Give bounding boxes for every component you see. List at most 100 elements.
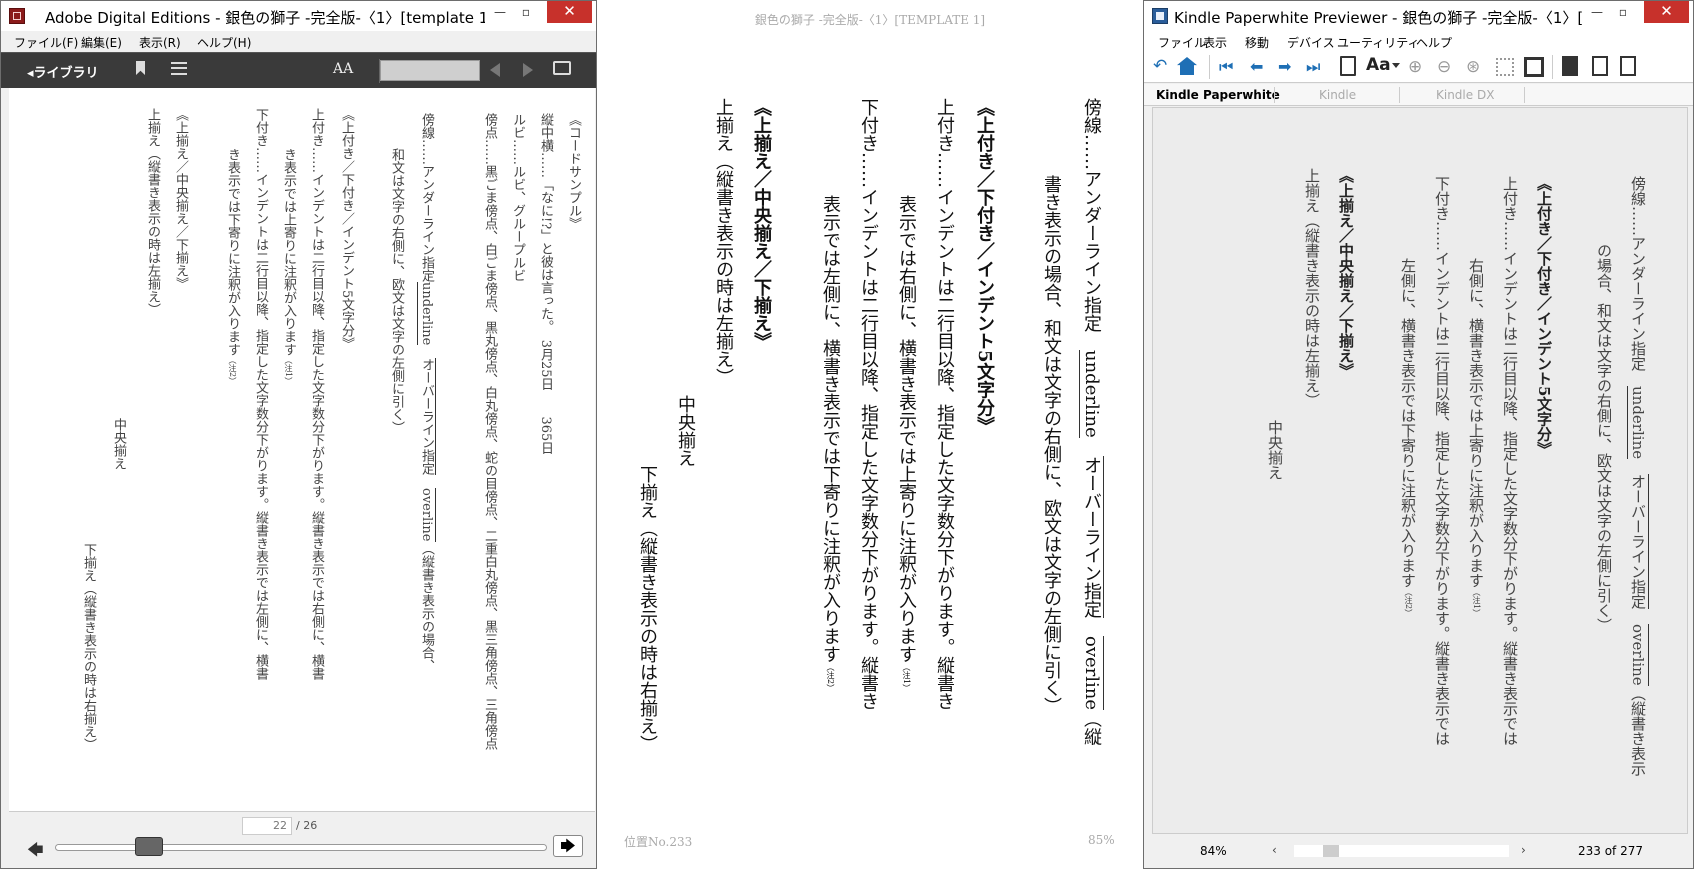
middle-running-header: 銀色の獅子 -完全版-〈1〉[TEMPLATE 1] xyxy=(754,13,986,27)
font-size-button[interactable]: AA xyxy=(333,61,353,77)
home-icon[interactable] xyxy=(1177,57,1197,75)
kpp-col-center-align: 中央揃え xyxy=(1266,420,1284,480)
kpp-menu-view[interactable]: 表示 xyxy=(1203,34,1227,51)
kpp-reading-pane: 傍線……アンダーライン指定 underline オーバーライン指定 overli… xyxy=(1152,107,1688,834)
zoom-reset-icon[interactable]: ⊛ xyxy=(1466,57,1480,77)
kpp-menu-go[interactable]: 移動 xyxy=(1245,34,1269,51)
tab-divider xyxy=(1399,87,1400,103)
ade-col-3: 傍点……黒ごま傍点、白ごま傍点、黒丸傍点、白丸傍点、蛇の目傍点、二重白丸傍点、黒… xyxy=(482,113,497,750)
kpp-minimize-button[interactable]: — xyxy=(1584,1,1610,23)
bookmark-icon[interactable] xyxy=(136,61,145,75)
kpp-close-button[interactable]: ✕ xyxy=(1644,1,1689,23)
kpp-col-3: 上付き……インデントは二行目以降、指定した文字数分下がります。縦書き表示では xyxy=(1501,176,1519,746)
page-slider-thumb[interactable] xyxy=(135,837,163,856)
kpp-statusbar: 84% ‹ › 233 of 277 xyxy=(1144,835,1693,868)
zoom-in-icon[interactable]: ⊕ xyxy=(1408,57,1422,77)
zoom-level: 84% xyxy=(1200,844,1227,858)
ade-col-5: 和文は文字の右側に、欧文は文字の左側に引く） xyxy=(389,148,404,434)
fullscreen-icon[interactable] xyxy=(1524,57,1544,77)
mid-overline-word: overline xyxy=(1081,635,1104,710)
ade-note-1: （注1） xyxy=(284,356,293,386)
ade-menu-file[interactable]: ファイル(F) xyxy=(14,34,78,51)
kpp-menu-utility[interactable]: ユーティリティ xyxy=(1337,34,1420,51)
device-icon[interactable] xyxy=(1620,56,1636,76)
next-page-icon[interactable]: 🡆 xyxy=(553,835,583,857)
mid-col-top-align: 上揃え（縦書き表示の時は左揃え） xyxy=(713,98,734,386)
next-search-icon[interactable] xyxy=(523,63,533,77)
first-page-icon[interactable]: ⏮ xyxy=(1219,57,1233,77)
ade-underline-word: underline xyxy=(417,282,434,346)
ade-close-button[interactable]: ✕ xyxy=(547,1,592,23)
last-page-icon[interactable]: ⏭ xyxy=(1306,57,1320,77)
page-view-icon[interactable] xyxy=(1592,56,1608,76)
mid-underline-word: underline xyxy=(1079,350,1102,438)
kpp-col-6-text: 左側に、横書き表示では下寄りに注釈が入ります xyxy=(1399,258,1417,588)
middle-location-label: 位置No.233 xyxy=(624,835,693,849)
toc-list-icon[interactable] xyxy=(171,62,187,75)
ade-maximize-button[interactable]: ▫ xyxy=(513,1,539,23)
page-bottom-divider xyxy=(9,811,595,812)
mid-heading-align: 《上揃え／中央揃え／下揃え》 xyxy=(751,98,772,350)
kpp-underline-word: underline xyxy=(1627,386,1647,460)
kpp-toolbar: ↶ ⏮ ⬅ ➡ ⏭ Aa ⊕ ⊖ ⊛ xyxy=(1144,51,1693,83)
prev-page-icon[interactable]: 🡄 xyxy=(27,839,44,866)
ade-col-top-align: 上揃え（縦書き表示の時は左揃え） xyxy=(145,108,160,316)
kpp-maximize-button[interactable]: ▫ xyxy=(1610,1,1636,23)
mid-col-5: 下付き……インデントは二行目以降、指定した文字数分下がります。縦書き xyxy=(858,98,879,710)
tab-kindle-paperwhite[interactable]: Kindle Paperwhite xyxy=(1156,88,1280,102)
ade-minimize-button[interactable]: — xyxy=(487,1,513,23)
kpp-col-1: の場合、和文は文字の右側に、欧文は文字の左側に引く） xyxy=(1595,243,1613,633)
ade-menu-edit[interactable]: 編集(E) xyxy=(81,34,122,51)
next-page-icon[interactable]: ➡ xyxy=(1278,57,1291,76)
portrait-icon[interactable] xyxy=(1562,56,1578,76)
ade-overline-word: overline xyxy=(419,488,436,542)
font-button[interactable]: Aa xyxy=(1366,55,1391,75)
fullscreen-icon[interactable] xyxy=(553,61,571,75)
ade-window: Adobe Digital Editions - 銀色の獅子 -完全版-〈1〉[… xyxy=(0,0,597,869)
ade-toolbar: ◂ライブラリ AA xyxy=(1,52,596,88)
kpp-menu-file[interactable]: ファイル xyxy=(1158,34,1206,51)
location-scroll-thumb[interactable] xyxy=(1323,845,1339,857)
tab-kindle-dx[interactable]: Kindle DX xyxy=(1436,88,1494,102)
mid-overline-label: オーバーライン指定 xyxy=(1081,455,1104,618)
ade-reading-pane: 《コードサンプル》 縦中横……「なに!?」と彼は言った。 3月25日 365日 … xyxy=(9,88,595,811)
ade-note-2: （注2） xyxy=(228,356,237,386)
toc-icon[interactable] xyxy=(1340,56,1356,76)
kpp-underline-label: 傍線……アンダーライン指定 xyxy=(1629,176,1647,371)
tab-kindle[interactable]: Kindle xyxy=(1319,88,1356,102)
ade-menu-view[interactable]: 表示(R) xyxy=(139,34,181,51)
ade-col-9: 下付き……インデントは二行目以降、指定した文字数分下がります。縦書き表示では左側… xyxy=(253,108,268,680)
tab-divider xyxy=(1524,87,1525,103)
kpp-col-top-align: 上揃え（縦書き表示の時は左揃え） xyxy=(1303,168,1321,408)
kpp-col-5: 下付き……インデントは二行目以降、指定した文字数分下がります。縦書き表示では xyxy=(1433,176,1451,746)
ade-col-8: き表示では上寄りに注釈が入ります（注1） xyxy=(279,148,298,385)
mid-col-4: 表示では右側に、横書き表示では上寄りに注釈が入ります（注1） xyxy=(893,195,919,692)
ade-col-1: 縦中横……「なに!?」と彼は言った。 3月25日 365日 xyxy=(538,113,553,455)
page-slider-track[interactable] xyxy=(55,844,547,851)
kpp-menu-help[interactable]: ヘルプ xyxy=(1416,34,1452,51)
ade-col-10-text: き表示では下寄りに注釈が入ります xyxy=(225,148,240,356)
mid-paren-start: （縦 xyxy=(1081,709,1102,746)
prev-page-icon[interactable]: ⬅ xyxy=(1250,57,1263,76)
prev-search-icon[interactable] xyxy=(490,63,500,77)
kpp-menu-device[interactable]: デバイス xyxy=(1287,34,1335,51)
search-input[interactable] xyxy=(380,60,480,81)
ade-col-bottom-align: 下揃え（縦書き表示の時は右揃え） xyxy=(81,543,96,751)
library-button[interactable]: ◂ライブラリ xyxy=(27,62,99,81)
back-icon[interactable]: ↶ xyxy=(1153,56,1167,76)
ade-overline-label: オーバーライン指定 xyxy=(419,358,436,476)
fit-icon[interactable] xyxy=(1496,58,1514,76)
page-number-input[interactable]: 22 xyxy=(242,817,292,835)
mid-col-6-text: 表示では左側に、横書き表示では下寄りに注釈が入ります xyxy=(820,195,841,663)
zoom-out-icon[interactable]: ⊖ xyxy=(1437,57,1451,77)
scroll-left-icon[interactable]: ‹ xyxy=(1272,843,1277,857)
ade-col-0: 《コードサンプル》 xyxy=(566,113,581,230)
mid-heading-superscript: 《上付き／下付き／インデント5文字分》 xyxy=(974,98,995,435)
mid-col-1: 書き表示の場合、和文は文字の右側に、欧文は文字の左側に引く） xyxy=(1041,175,1062,715)
kpp-note-2: （注2） xyxy=(1404,588,1413,618)
ade-menu-help[interactable]: ヘルプ(H) xyxy=(197,34,251,51)
scroll-right-icon[interactable]: › xyxy=(1521,843,1526,857)
toolbar-separator-2 xyxy=(1552,55,1553,79)
font-dropdown-icon[interactable] xyxy=(1392,63,1400,68)
kpp-paren-start: （縦書き表示 xyxy=(1629,685,1647,776)
